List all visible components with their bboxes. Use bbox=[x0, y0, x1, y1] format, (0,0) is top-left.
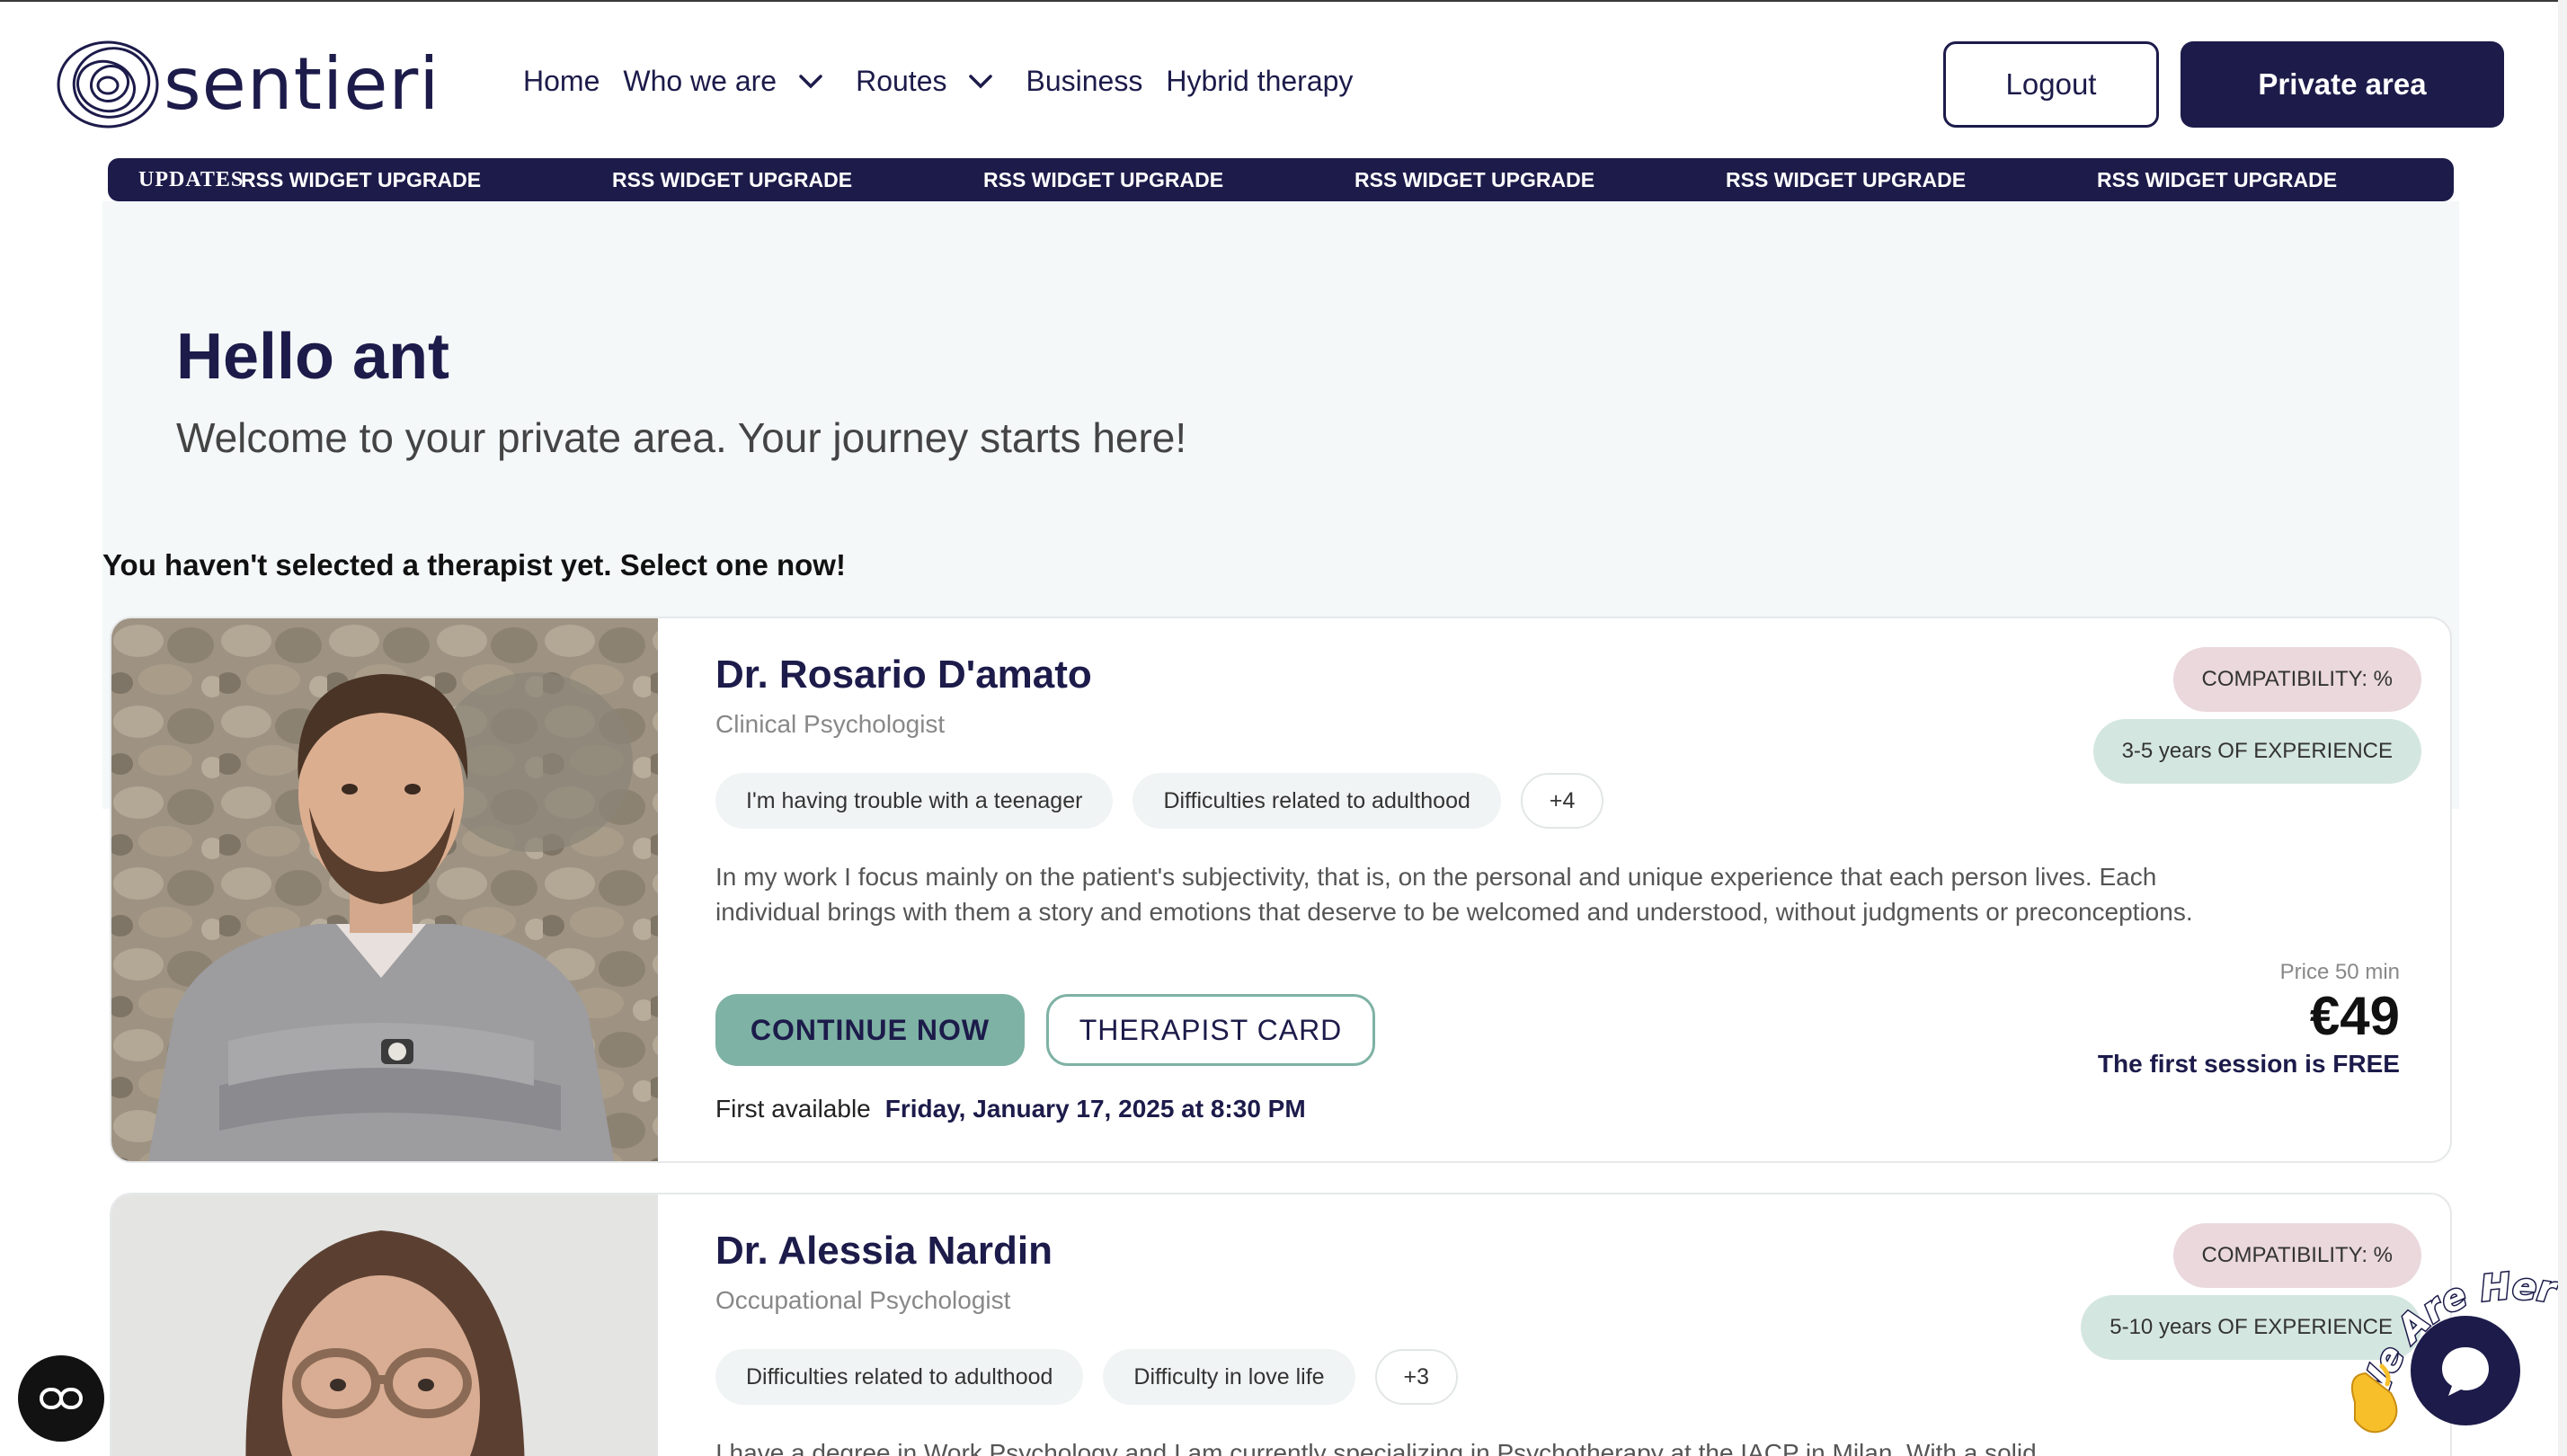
chat-icon bbox=[2442, 1347, 2489, 1396]
site-header: sentieri Home Who we are Routes Business… bbox=[0, 2, 2567, 156]
nav-who-we-are[interactable]: Who we are bbox=[623, 65, 832, 98]
logo-spiral-icon bbox=[57, 40, 159, 129]
logo-text: sentieri bbox=[164, 42, 440, 126]
specialty-tag: Difficulties related to adulthood bbox=[715, 1349, 1084, 1405]
therapist-name[interactable]: Dr. Alessia Nardin bbox=[715, 1229, 1053, 1274]
more-tags-button[interactable]: +3 bbox=[1374, 1349, 1459, 1405]
specialty-tag: Difficulty in love life bbox=[1103, 1349, 1355, 1405]
ticker-item[interactable]: RSS WIDGET UPGRADE bbox=[1355, 168, 1726, 192]
therapist-photo-illustration bbox=[111, 618, 658, 1161]
therapist-photo[interactable] bbox=[111, 618, 658, 1161]
logout-button[interactable]: Logout bbox=[1943, 41, 2159, 128]
ticker-item[interactable]: RSS WIDGET UPGRADE bbox=[241, 168, 612, 192]
ticker-item[interactable]: RSS WIDGET UPGRADE bbox=[983, 168, 1355, 192]
specialty-tags: I'm having trouble with a teenager Diffi… bbox=[715, 773, 1623, 829]
price-value: €49 bbox=[2309, 986, 2400, 1046]
continue-now-button[interactable]: CONTINUE NOW bbox=[715, 994, 1025, 1066]
therapist-description: I have a degree in Work Psychology and I… bbox=[715, 1439, 2037, 1456]
therapist-role: Occupational Psychologist bbox=[715, 1286, 1011, 1314]
ticker-label: UPDATES bbox=[138, 167, 244, 191]
chevron-down-icon bbox=[969, 74, 993, 88]
page-title: Hello ant bbox=[176, 321, 450, 393]
nav-home-label: Home bbox=[523, 65, 600, 97]
therapist-photo-illustration bbox=[111, 1194, 658, 1456]
select-therapist-message: You haven't selected a therapist yet. Se… bbox=[102, 548, 846, 582]
specialty-tags: Difficulties related to adulthood Diffic… bbox=[715, 1349, 1478, 1405]
nav-routes-label: Routes bbox=[856, 65, 947, 97]
compatibility-badge: COMPATIBILITY: % bbox=[2172, 647, 2421, 712]
accessibility-icon bbox=[40, 1388, 83, 1409]
nav-business[interactable]: Business bbox=[1026, 65, 1142, 98]
nav-business-label: Business bbox=[1026, 65, 1143, 97]
main-nav: Home Who we are Routes Business Hybrid t… bbox=[523, 65, 1376, 98]
page-subtitle: Welcome to your private area. Your journ… bbox=[176, 414, 1187, 461]
therapist-description: In my work I focus mainly on the patient… bbox=[715, 863, 2193, 926]
first-available-label: First available bbox=[715, 1095, 871, 1123]
price-label: Price 50 min bbox=[2279, 960, 2400, 984]
page-scrollbar[interactable] bbox=[2558, 0, 2567, 1456]
chat-button[interactable] bbox=[2411, 1316, 2520, 1425]
first-available-date: Friday, January 17, 2025 at 8:30 PM bbox=[884, 1095, 1306, 1123]
therapist-card: Dr. Alessia Nardin Occupational Psycholo… bbox=[110, 1193, 2452, 1456]
therapist-card-button[interactable]: THERAPIST CARD bbox=[1046, 994, 1375, 1066]
ticker-items: RSS WIDGET UPGRADE RSS WIDGET UPGRADE RS… bbox=[241, 168, 2454, 192]
first-available: First available Friday, January 17, 2025 … bbox=[715, 1095, 1306, 1123]
nav-home[interactable]: Home bbox=[523, 65, 600, 98]
private-area-button[interactable]: Private area bbox=[2181, 41, 2504, 128]
more-tags-button[interactable]: +4 bbox=[1520, 773, 1604, 829]
sentieri-logo[interactable]: sentieri bbox=[56, 40, 440, 129]
ticker-item[interactable]: RSS WIDGET UPGRADE bbox=[1726, 168, 2097, 192]
therapist-photo[interactable] bbox=[111, 1194, 658, 1456]
therapist-card: Dr. Rosario D'amato Clinical Psychologis… bbox=[110, 617, 2452, 1163]
nav-hybrid-therapy[interactable]: Hybrid therapy bbox=[1166, 65, 1353, 98]
chevron-down-icon bbox=[799, 74, 822, 88]
specialty-tag: I'm having trouble with a teenager bbox=[715, 773, 1114, 829]
nav-hybrid-therapy-label: Hybrid therapy bbox=[1166, 65, 1354, 97]
experience-badge: 3-5 years OF EXPERIENCE bbox=[2092, 719, 2421, 784]
specialty-tag: Difficulties related to adulthood bbox=[1132, 773, 1501, 829]
updates-ticker: UPDATES RSS WIDGET UPGRADE RSS WIDGET UP… bbox=[108, 158, 2454, 201]
therapist-name[interactable]: Dr. Rosario D'amato bbox=[715, 653, 1092, 697]
nav-who-we-are-label: Who we are bbox=[623, 65, 777, 97]
ticker-item[interactable]: RSS WIDGET UPGRADE bbox=[2097, 168, 2454, 192]
therapist-role: Clinical Psychologist bbox=[715, 710, 946, 738]
nav-routes[interactable]: Routes bbox=[856, 65, 1002, 98]
accessibility-button[interactable] bbox=[18, 1355, 104, 1442]
ticker-item[interactable]: RSS WIDGET UPGRADE bbox=[612, 168, 983, 192]
free-session-note: The first session is FREE bbox=[2097, 1050, 2400, 1078]
